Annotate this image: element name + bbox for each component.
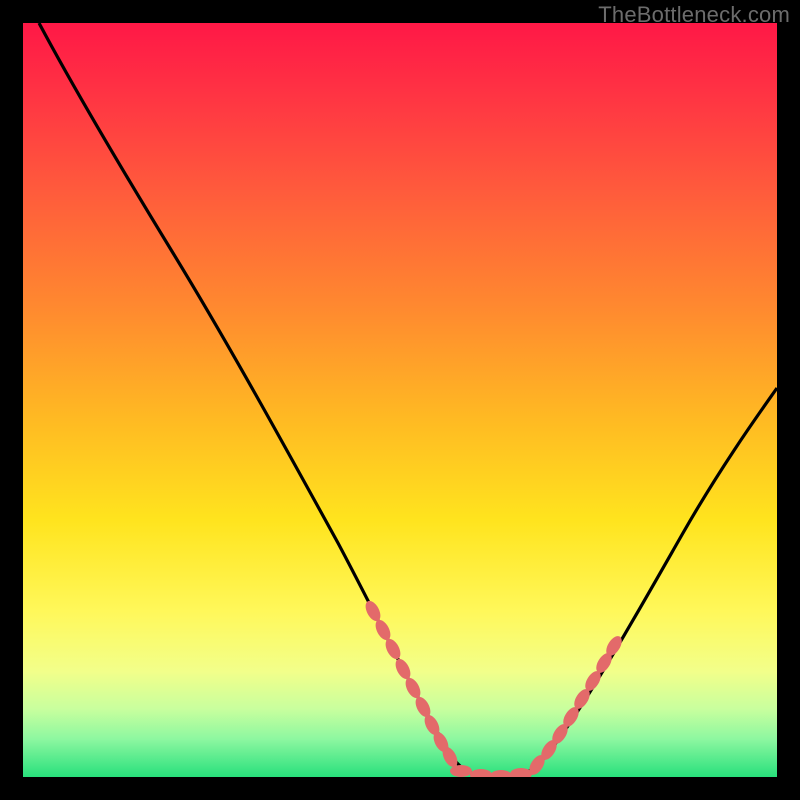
dots-left <box>363 598 461 769</box>
curve-svg <box>23 23 777 777</box>
dots-bottom <box>450 765 532 777</box>
outer-frame: TheBottleneck.com <box>0 0 800 800</box>
bottleneck-curve <box>39 23 777 777</box>
plot-area <box>23 23 777 777</box>
dots-right <box>526 633 625 777</box>
